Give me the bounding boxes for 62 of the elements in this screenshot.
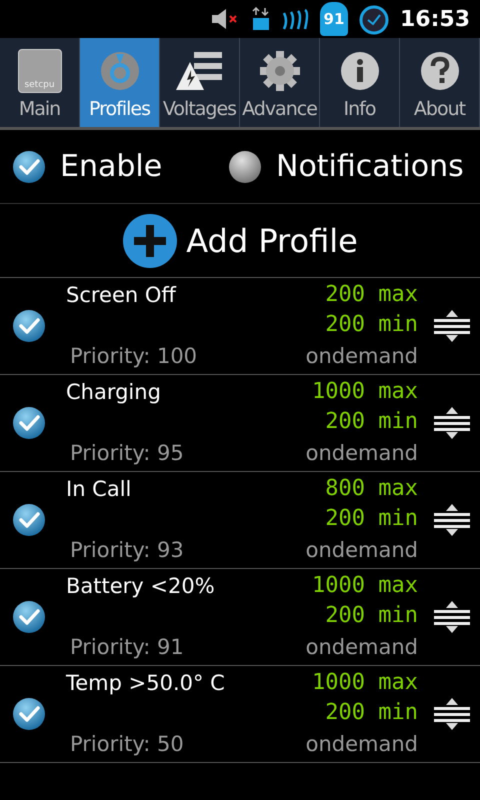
option-label: Notifications: [276, 148, 464, 186]
profile-priority: Priority: 93: [70, 536, 185, 564]
profile-priority: Priority: 100: [70, 342, 198, 370]
checked-checkbox[interactable]: [12, 309, 46, 343]
clock: 16:53: [400, 6, 470, 34]
drag-handle-icon[interactable]: [434, 503, 470, 537]
battery-level: 91: [324, 12, 344, 26]
profile-row[interactable]: In Call Priority: 93 800 max 200 min ondemand: [0, 472, 480, 569]
gear-icon: [258, 49, 302, 93]
tab[interactable]: About: [400, 38, 480, 127]
unchecked-checkbox[interactable]: [228, 150, 262, 184]
governor: ondemand: [306, 730, 418, 758]
add-profile-button[interactable]: Add Profile: [122, 212, 358, 268]
profile-name: Charging: [66, 379, 162, 406]
drag-handle-icon[interactable]: [434, 309, 470, 343]
profile-row[interactable]: Temp >50.0° C Priority: 50 1000 max 200 min ondemand: [0, 666, 480, 763]
profile-name: In Call: [66, 476, 132, 503]
max-frequency: 1000 max: [312, 572, 418, 600]
min-frequency: 200 min: [325, 311, 418, 340]
max-frequency: 1000 max: [312, 378, 418, 406]
drag-handle-icon[interactable]: [434, 697, 470, 731]
profile-name: Battery <20%: [66, 573, 216, 600]
gear-drop-icon: [98, 50, 140, 92]
tab[interactable]: setcpu Main: [0, 38, 80, 127]
max-frequency: 200 max: [325, 281, 418, 309]
profile-name: Temp >50.0° C: [66, 670, 226, 697]
drag-handle-icon[interactable]: [434, 600, 470, 634]
checked-checkbox[interactable]: [12, 600, 46, 634]
help-icon: [420, 51, 460, 91]
profile-priority: Priority: 95: [70, 440, 185, 466]
profile-priority: Priority: 50: [70, 730, 185, 758]
alarm-clock-icon: [358, 3, 390, 35]
tab[interactable]: Advance: [240, 38, 320, 127]
option-label: Enable: [60, 148, 162, 186]
governor: ondemand: [306, 440, 418, 466]
checked-checkbox[interactable]: [12, 406, 46, 440]
min-frequency: 200 min: [325, 699, 418, 728]
min-frequency: 200 min: [325, 408, 418, 436]
max-frequency: 1000 max: [312, 669, 418, 697]
min-frequency: 200 min: [325, 602, 418, 630]
min-frequency: 200 min: [325, 505, 418, 534]
governor: ondemand: [306, 536, 418, 564]
governor: ondemand: [306, 634, 418, 660]
max-frequency: 800 max: [325, 475, 418, 503]
tab[interactable]: Info: [320, 38, 400, 127]
info-icon: [340, 51, 380, 91]
plus-icon: [122, 212, 178, 268]
checked-checkbox[interactable]: [12, 503, 46, 537]
profile-name: Screen Off: [66, 282, 178, 309]
mobile-data-icon: [252, 7, 270, 31]
profile-row[interactable]: Screen Off Priority: 100 200 max 200 min ondemand: [0, 278, 480, 375]
app-logo-icon: setcpu: [18, 49, 62, 93]
tab[interactable]: Voltages: [160, 38, 240, 127]
governor: ondemand: [306, 342, 418, 370]
voltage-list-icon: [176, 50, 224, 92]
profile-row[interactable]: Battery <20% Priority: 91 1000 max 200 min ondemand: [0, 569, 480, 666]
profile-row[interactable]: Charging Priority: 95 1000 max 200 min ondemand: [0, 375, 480, 472]
drag-handle-icon[interactable]: [434, 406, 470, 440]
tab[interactable]: Profiles: [80, 38, 160, 127]
checked-checkbox[interactable]: [12, 697, 46, 731]
profile-priority: Priority: 91: [70, 634, 185, 660]
checked-checkbox[interactable]: [12, 150, 46, 184]
